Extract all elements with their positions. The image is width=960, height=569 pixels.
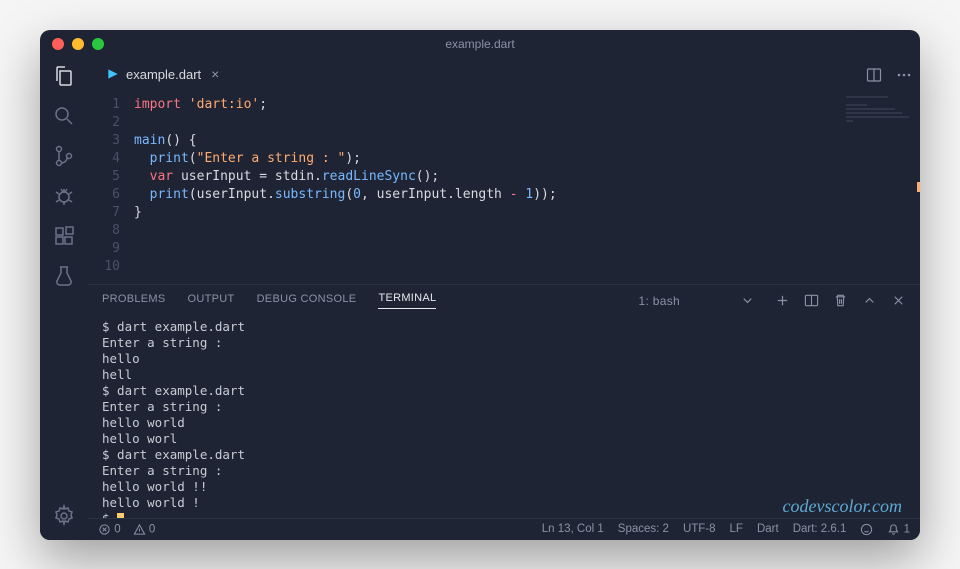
traffic-lights (52, 38, 104, 50)
panel-tab-terminal[interactable]: TERMINAL (378, 292, 436, 309)
close-panel-icon[interactable] (891, 293, 906, 308)
terminal-cursor (117, 513, 124, 518)
split-terminal-icon[interactable] (804, 293, 819, 308)
status-encoding[interactable]: UTF-8 (683, 523, 716, 535)
close-window-button[interactable] (52, 38, 64, 50)
terminal-line: hello world (102, 415, 906, 431)
explorer-icon[interactable] (52, 64, 76, 88)
bottom-panel: PROBLEMS OUTPUT DEBUG CONSOLE TERMINAL 1… (88, 284, 920, 518)
app-body: example.dart × 12345678910 import 'dart:… (40, 58, 920, 540)
panel-tab-problems[interactable]: PROBLEMS (102, 293, 166, 309)
testing-icon[interactable] (52, 264, 76, 288)
feedback-smiley-icon[interactable] (860, 523, 873, 536)
editor-tabs-row: example.dart × (88, 58, 920, 92)
scroll-marker (917, 182, 920, 192)
code-editor[interactable]: 12345678910 import 'dart:io'; main() { p… (88, 92, 920, 284)
title-bar: example.dart (40, 30, 920, 58)
status-spaces[interactable]: Spaces: 2 (618, 523, 669, 535)
new-terminal-icon[interactable] (775, 293, 790, 308)
extensions-icon[interactable] (52, 224, 76, 248)
editor-area: example.dart × 12345678910 import 'dart:… (88, 58, 920, 540)
terminal-output[interactable]: $ dart example.dartEnter a string :hello… (88, 317, 920, 518)
terminal-line: Enter a string : (102, 399, 906, 415)
source-control-icon[interactable] (52, 144, 76, 168)
terminal-line: hello world !! (102, 479, 906, 495)
terminal-line: $ dart example.dart (102, 383, 906, 399)
terminal-selected: 1: bash (639, 294, 680, 308)
editor-actions (866, 67, 912, 83)
panel-tab-output[interactable]: OUTPUT (188, 293, 235, 309)
split-editor-icon[interactable] (866, 67, 882, 83)
tab-filename: example.dart (126, 67, 201, 82)
terminal-line: hell (102, 367, 906, 383)
debug-icon[interactable] (52, 184, 76, 208)
dart-file-icon (106, 67, 120, 81)
panel-tabs: PROBLEMS OUTPUT DEBUG CONSOLE TERMINAL 1… (88, 285, 920, 317)
chevron-down-icon (740, 293, 755, 308)
terminal-line: hello worl (102, 431, 906, 447)
more-actions-icon[interactable] (896, 67, 912, 83)
panel-toolbar: 1: bash (633, 291, 906, 310)
panel-tab-debug[interactable]: DEBUG CONSOLE (257, 293, 357, 309)
code-content: import 'dart:io'; main() { print("Enter … (134, 96, 920, 276)
bell-icon (887, 523, 900, 536)
tab-example-dart[interactable]: example.dart × (96, 58, 229, 92)
minimize-window-button[interactable] (72, 38, 84, 50)
close-tab-icon[interactable]: × (211, 66, 219, 82)
terminal-selector[interactable]: 1: bash (633, 291, 761, 310)
activity-bar (40, 58, 88, 540)
status-language[interactable]: Dart (757, 523, 779, 535)
status-notifications[interactable]: 1 (887, 523, 910, 536)
status-errors[interactable]: 0 (98, 523, 121, 536)
terminal-line: $ dart example.dart (102, 319, 906, 335)
chevron-up-icon[interactable] (862, 293, 877, 308)
editor-window: example.dart example.dart × (40, 30, 920, 540)
terminal-line: Enter a string : (102, 463, 906, 479)
status-bar: 0 0 Ln 13, Col 1 Spaces: 2 UTF-8 LF Dart… (88, 518, 920, 540)
line-gutter: 12345678910 (88, 96, 134, 276)
terminal-line: hello (102, 351, 906, 367)
status-cursor-pos[interactable]: Ln 13, Col 1 (542, 523, 604, 535)
settings-gear-icon[interactable] (52, 504, 76, 528)
terminal-line: $ dart example.dart (102, 447, 906, 463)
minimap[interactable] (846, 96, 916, 146)
warning-icon (133, 523, 146, 536)
trash-icon[interactable] (833, 293, 848, 308)
status-warnings[interactable]: 0 (133, 523, 156, 536)
watermark: codevscolor.com (783, 498, 902, 514)
maximize-window-button[interactable] (92, 38, 104, 50)
terminal-line: Enter a string : (102, 335, 906, 351)
search-icon[interactable] (52, 104, 76, 128)
status-dart-version[interactable]: Dart: 2.6.1 (793, 523, 847, 535)
status-eol[interactable]: LF (730, 523, 743, 535)
error-icon (98, 523, 111, 536)
window-title: example.dart (445, 37, 514, 51)
